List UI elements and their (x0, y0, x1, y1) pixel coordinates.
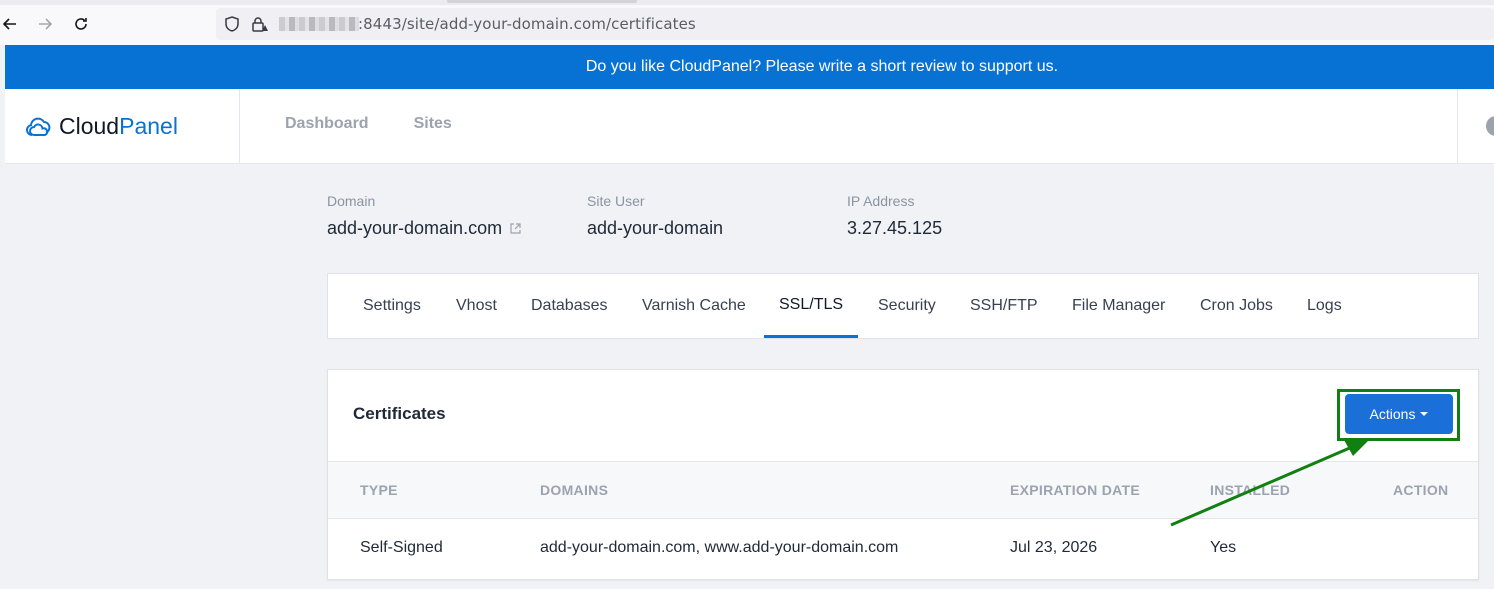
certificates-title: Certificates (353, 404, 446, 423)
tab-security[interactable]: Security (863, 274, 951, 338)
forward-icon[interactable] (33, 12, 57, 36)
cell-type: Self-Signed (360, 539, 443, 556)
ip-label: IP Address (847, 193, 915, 209)
ip-value: 3.27.45.125 (847, 218, 943, 238)
table-header: TYPE DOMAINS EXPIRATION DATE INSTALLED A… (328, 462, 1478, 519)
avatar[interactable] (1486, 116, 1494, 136)
certificates-card: Certificates TYPE DOMAINS EXPIRATION DAT… (327, 369, 1479, 580)
tab-logs[interactable]: Logs (1292, 274, 1357, 338)
domain-value[interactable]: add-your-domain.com (327, 218, 522, 239)
tab-ssl-tls[interactable]: SSL/TLS (764, 274, 859, 338)
domain-link[interactable]: add-your-domain.com (327, 218, 502, 239)
tab-file-manager[interactable]: File Manager (1057, 274, 1180, 338)
site-user-info: Site User add-your-domain (587, 193, 723, 239)
column-expiration-date: EXPIRATION DATE (1010, 482, 1140, 498)
external-link-icon[interactable] (509, 222, 522, 235)
domain-label: Domain (327, 193, 376, 209)
column-domains: DOMAINS (540, 482, 609, 498)
column-installed: INSTALLED (1210, 482, 1291, 498)
column-type: TYPE (360, 482, 398, 498)
brand-logo[interactable]: CloudPanel (5, 89, 240, 163)
top-nav: Dashboard Sites (285, 115, 452, 133)
tab-databases[interactable]: Databases (516, 274, 623, 338)
user-menu[interactable] (1457, 89, 1494, 163)
redacted-host (279, 17, 359, 31)
review-banner[interactable]: Do you like CloudPanel? Please write a s… (5, 45, 1494, 89)
cell-domains: add-your-domain.com, www.add-your-domain… (540, 539, 899, 556)
site-user-label: Site User (587, 193, 645, 209)
actions-label: Actions (1369, 406, 1416, 422)
brand-name: CloudPanel (59, 113, 178, 140)
site-user-value: add-your-domain (587, 218, 724, 238)
cell-expiration: Jul 23, 2026 (1010, 539, 1098, 556)
reload-icon[interactable] (69, 12, 93, 36)
cell-installed: Yes (1210, 539, 1237, 556)
tab-ssh-ftp[interactable]: SSH/FTP (955, 274, 1053, 338)
review-banner-text[interactable]: Do you like CloudPanel? Please write a s… (586, 58, 1058, 76)
sidebar (5, 164, 302, 589)
brand-name-part1: Cloud (59, 112, 120, 139)
active-tab-hint[interactable] (447, 0, 637, 3)
nav-sites[interactable]: Sites (414, 115, 452, 133)
domain-info: Domain add-your-domain.com (327, 193, 522, 239)
tab-cron-jobs[interactable]: Cron Jobs (1185, 274, 1288, 338)
brand-name-part2: Panel (119, 112, 178, 139)
browser-toolbar: :8443/site/add-your-domain.com/certifica… (0, 0, 1494, 45)
site-tabs: Settings Vhost Databases Varnish Cache S… (327, 273, 1479, 339)
caret-down-icon (1420, 412, 1429, 416)
tab-settings[interactable]: Settings (348, 274, 436, 338)
actions-dropdown-button[interactable]: Actions (1345, 394, 1453, 434)
tab-strip (0, 0, 1494, 5)
ip-info: IP Address 3.27.45.125 (847, 193, 942, 239)
back-icon[interactable] (0, 12, 22, 36)
tab-varnish-cache[interactable]: Varnish Cache (627, 274, 761, 338)
nav-dashboard[interactable]: Dashboard (285, 115, 369, 133)
lock-warning-icon[interactable] (250, 15, 268, 33)
app-header: CloudPanel Dashboard Sites (5, 89, 1494, 164)
column-action: ACTION (1393, 482, 1449, 498)
cloud-icon (26, 117, 51, 136)
url-text[interactable]: :8443/site/add-your-domain.com/certifica… (358, 15, 696, 33)
tab-vhost[interactable]: Vhost (441, 274, 512, 338)
shield-icon[interactable] (223, 15, 241, 33)
